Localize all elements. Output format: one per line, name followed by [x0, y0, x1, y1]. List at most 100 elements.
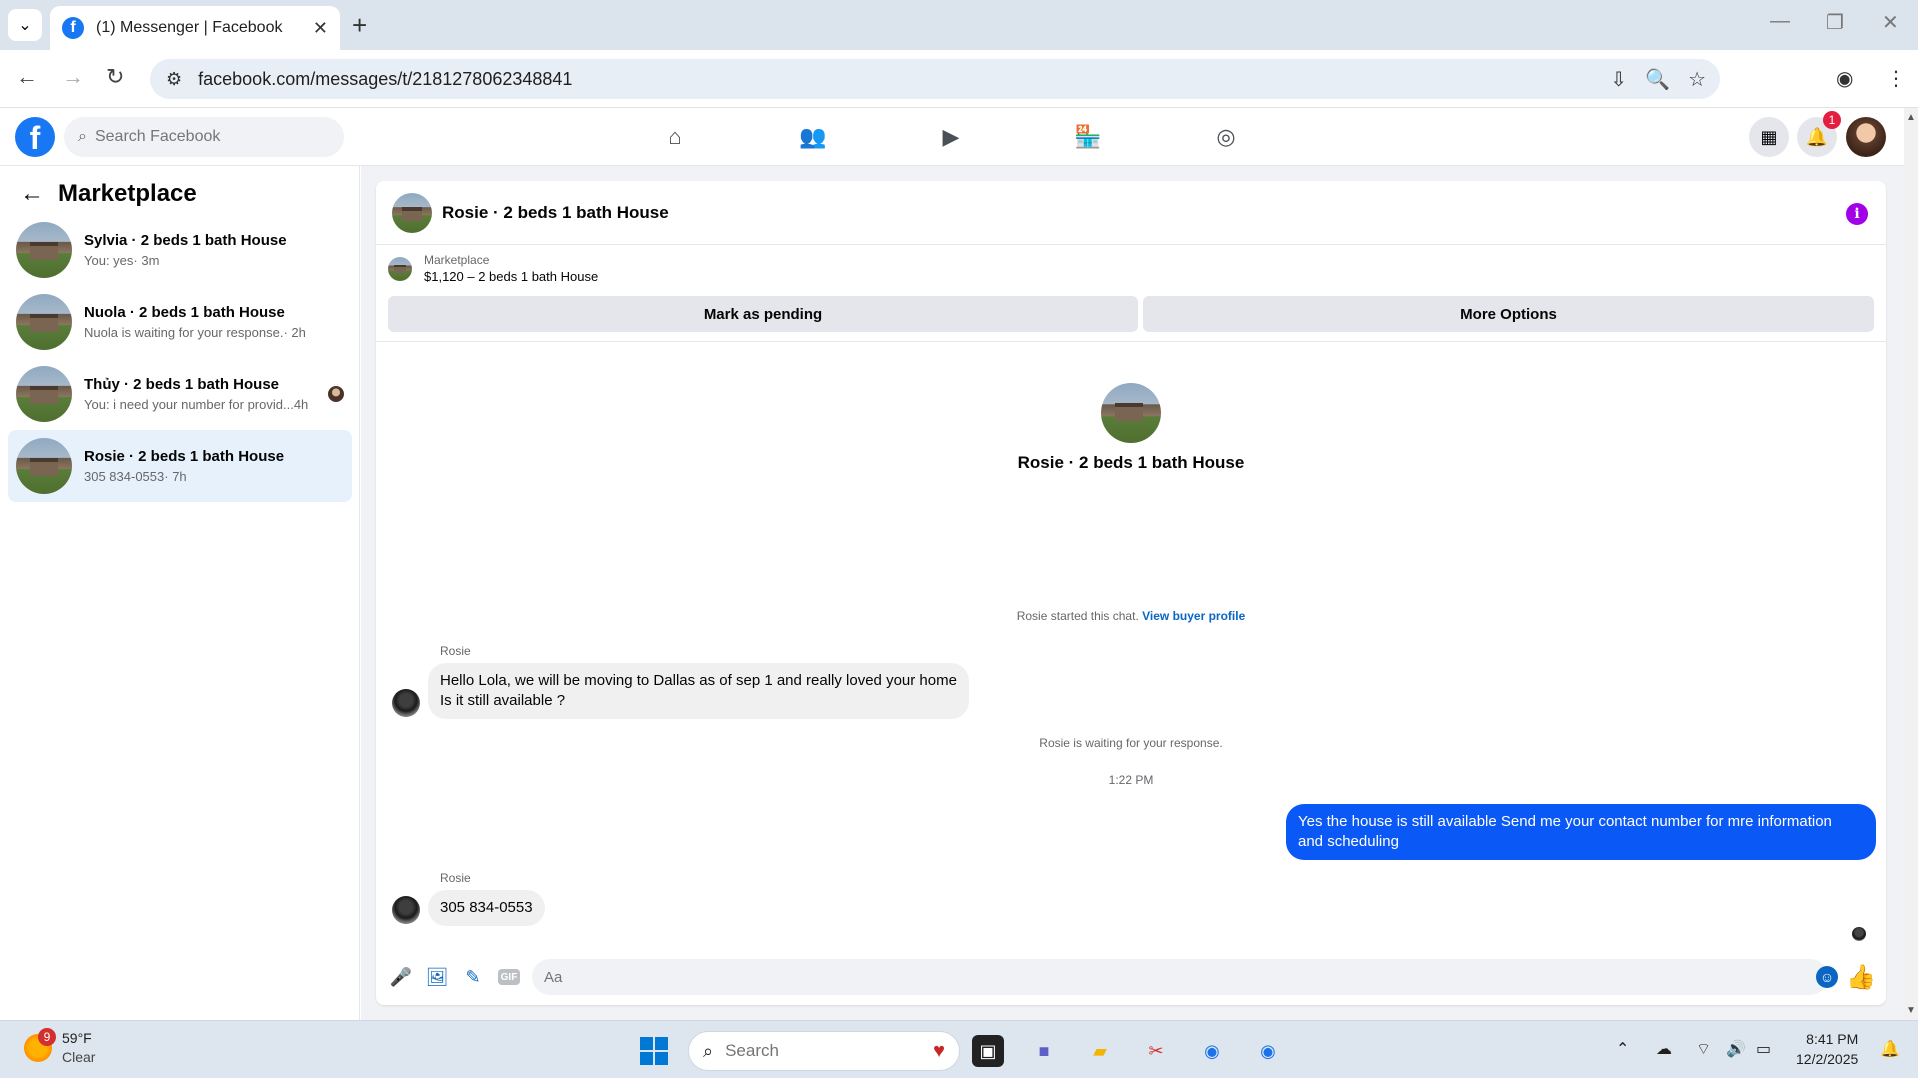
- browser-menu-icon[interactable]: ⋮: [1886, 66, 1906, 91]
- conversation-item-sylvia[interactable]: Sylvia · 2 beds 1 bath House You: yes · …: [8, 214, 352, 286]
- message-line: Is it still available ?: [440, 692, 566, 709]
- chevron-down-icon: ⌄: [18, 17, 32, 34]
- wifi-icon[interactable]: ⌔: [1696, 1039, 1711, 1059]
- chrome-profile-icon[interactable]: ◉: [1252, 1035, 1284, 1067]
- conversation-item-thuy[interactable]: Thủy · 2 beds 1 bath House You: i need y…: [8, 358, 352, 430]
- conversation-time: · 3m: [133, 253, 160, 268]
- facebook-search-input[interactable]: [94, 128, 295, 146]
- chat-intro-thumbnail: [1101, 383, 1161, 443]
- chat-thumbnail[interactable]: [392, 192, 432, 233]
- bookmark-star-icon[interactable]: ☆: [1688, 67, 1706, 92]
- account-avatar[interactable]: [1846, 117, 1886, 157]
- restore-icon[interactable]: ❐: [1826, 10, 1844, 35]
- back-icon[interactable]: ←: [16, 64, 38, 90]
- groups-icon[interactable]: ◎: [1209, 120, 1243, 154]
- emoji-icon[interactable]: ☺: [1816, 966, 1838, 988]
- battery-icon[interactable]: ▭: [1756, 1039, 1771, 1059]
- chrome-icon[interactable]: ◉: [1196, 1035, 1228, 1067]
- forward-icon[interactable]: →: [62, 64, 84, 90]
- chat-header-name[interactable]: Rosie · 2 beds 1 bath House: [442, 203, 669, 223]
- cloud-offline-icon[interactable]: ☁: [1656, 1039, 1672, 1059]
- incoming-message[interactable]: 305 834-0553: [428, 890, 545, 926]
- file-explorer-icon[interactable]: ▰: [1084, 1035, 1116, 1067]
- microphone-icon[interactable]: 🎤: [390, 966, 412, 988]
- minimize-icon[interactable]: —: [1770, 10, 1790, 33]
- zoom-icon[interactable]: 🔍: [1645, 67, 1670, 92]
- profile-icon[interactable]: ◉: [1836, 66, 1853, 91]
- system-clock[interactable]: 8:41 PM 12/2/2025: [1796, 1029, 1858, 1069]
- listing-thumbnail: [16, 366, 72, 422]
- video-icon[interactable]: ▶: [934, 120, 968, 154]
- conversation-preview: 305 834-0553: [84, 469, 165, 484]
- listing-source: Marketplace: [424, 253, 490, 267]
- address-bar-row: ← → ↻ ⚙ facebook.com/messages/t/21812780…: [0, 50, 1918, 108]
- close-tab-icon[interactable]: ✕: [313, 18, 328, 39]
- windows-start-icon[interactable]: [640, 1037, 668, 1065]
- volume-icon[interactable]: 🔊: [1726, 1039, 1746, 1059]
- show-hidden-icons-icon[interactable]: ⌃: [1616, 1039, 1629, 1059]
- message-timestamp: 1:22 PM: [1108, 773, 1154, 787]
- url-text[interactable]: facebook.com/messages/t/2181278062348841: [198, 69, 572, 90]
- back-arrow-icon[interactable]: ←: [20, 180, 44, 208]
- message-input-wrapper[interactable]: [532, 959, 1828, 995]
- info-icon[interactable]: i: [1846, 203, 1868, 225]
- conversation-name: Sylvia · 2 beds 1 bath House: [84, 232, 287, 249]
- message-input[interactable]: [544, 968, 1744, 986]
- new-tab-icon[interactable]: +: [352, 10, 367, 41]
- facebook-search[interactable]: ⌕: [64, 117, 344, 157]
- weather-badge: 9: [38, 1028, 56, 1046]
- taskbar-search[interactable]: ⌕ ♥: [688, 1031, 960, 1071]
- scroll-up-icon[interactable]: ▲: [1906, 112, 1916, 123]
- snipping-tool-icon[interactable]: ✂: [1140, 1035, 1172, 1067]
- chat-panel: Rosie · 2 beds 1 bath House i Marketplac…: [376, 181, 1886, 1005]
- conversation-item-rosie[interactable]: Rosie · 2 beds 1 bath House 305 834-0553…: [8, 430, 352, 502]
- conversation-name: Thủy · 2 beds 1 bath House: [84, 376, 280, 393]
- search-highlight-icon: ♥: [933, 1039, 945, 1062]
- facebook-logo-icon[interactable]: f: [15, 117, 55, 157]
- task-view-icon[interactable]: ▣: [972, 1035, 1004, 1067]
- chat-intro-name: Rosie · 2 beds 1 bath House: [1017, 453, 1245, 472]
- sticker-icon[interactable]: ✎: [462, 966, 484, 988]
- url-bar[interactable]: ⚙ facebook.com/messages/t/21812780623488…: [150, 59, 1720, 99]
- chat-header: Rosie · 2 beds 1 bath House i: [376, 181, 1886, 245]
- conversation-preview: You: yes: [84, 253, 134, 268]
- taskbar-search-input[interactable]: [725, 1041, 876, 1061]
- home-icon[interactable]: ⌂: [658, 120, 692, 154]
- message-sender: Rosie: [440, 644, 471, 658]
- notification-bell-icon[interactable]: 🔔: [1880, 1039, 1900, 1059]
- teams-icon[interactable]: ■: [1028, 1035, 1060, 1067]
- clock-time: 8:41 PM: [1806, 1031, 1859, 1047]
- more-options-button[interactable]: More Options: [1143, 296, 1874, 332]
- close-window-icon[interactable]: ✕: [1882, 10, 1899, 35]
- browser-tab[interactable]: f (1) Messenger | Facebook ✕: [50, 6, 340, 50]
- photo-icon[interactable]: 🖼: [426, 966, 449, 988]
- thumbs-up-icon[interactable]: 👍: [1846, 963, 1876, 992]
- chat-started-text: Rosie started this chat.: [1016, 609, 1139, 623]
- friends-icon[interactable]: 👥: [796, 120, 830, 154]
- tab-title: (1) Messenger | Facebook: [96, 19, 283, 36]
- sender-avatar[interactable]: [392, 896, 420, 924]
- tab-search-button[interactable]: ⌄: [8, 9, 42, 41]
- conversation-item-nuola[interactable]: Nuola · 2 beds 1 bath House Nuola is wai…: [8, 286, 352, 358]
- reload-icon[interactable]: ↻: [106, 64, 124, 90]
- conversation-name: Nuola · 2 beds 1 bath House: [84, 304, 285, 321]
- marketplace-icon[interactable]: 🏪: [1071, 120, 1105, 154]
- outgoing-message[interactable]: Yes the house is still available Send me…: [1286, 804, 1876, 860]
- install-app-icon[interactable]: ⇩: [1610, 67, 1627, 92]
- sender-avatar[interactable]: [392, 689, 420, 717]
- gif-icon[interactable]: GIF: [498, 969, 520, 985]
- mark-as-pending-button[interactable]: Mark as pending: [388, 296, 1138, 332]
- site-info-icon[interactable]: ⚙: [166, 69, 182, 90]
- listing-summary[interactable]: Marketplace $1,120 – 2 beds 1 bath House: [388, 253, 598, 284]
- weather-widget[interactable]: 9 59°F Clear: [24, 1028, 95, 1067]
- scroll-down-icon[interactable]: ▼: [1906, 1005, 1916, 1016]
- view-buyer-profile-link[interactable]: View buyer profile: [1142, 609, 1245, 623]
- notifications-button[interactable]: 🔔 1: [1797, 111, 1841, 157]
- page-scrollbar[interactable]: ▲ ▼: [1904, 108, 1918, 1020]
- menu-grid-icon[interactable]: ▦: [1749, 117, 1789, 157]
- incoming-message[interactable]: Hello Lola, we will be moving to Dallas …: [428, 663, 969, 719]
- listing-thumbnail: [16, 222, 72, 278]
- temperature: 59°F: [62, 1030, 92, 1046]
- search-icon: ⌕: [78, 128, 87, 145]
- conversation-time: · 7h: [164, 469, 187, 484]
